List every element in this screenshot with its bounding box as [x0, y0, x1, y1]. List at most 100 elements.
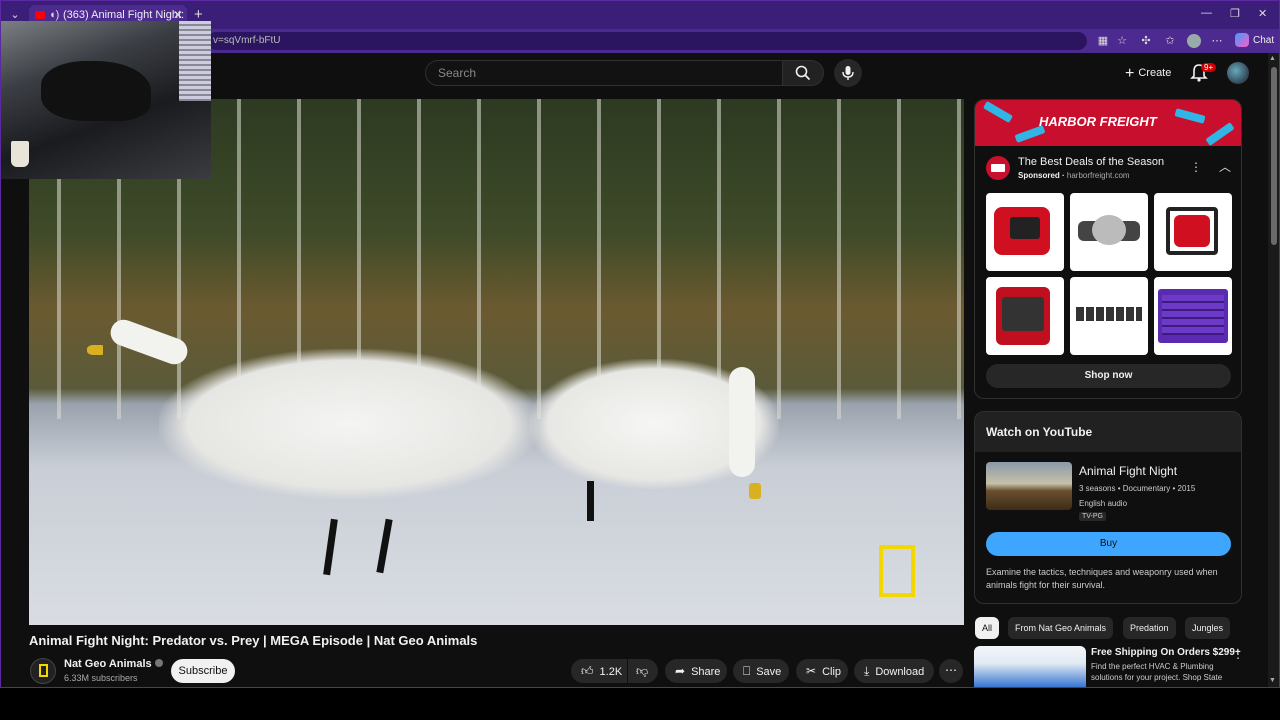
youtube-favicon-icon [35, 11, 45, 20]
webcam-window-blinds [179, 21, 211, 101]
show-meta: 3 seasons • Documentary • 2015 [1079, 484, 1196, 493]
browser-window: ⌄ ◖)(363) Animal Fight Night: Pred ✕ + —… [0, 0, 1280, 688]
advertiser-logo[interactable] [986, 156, 1010, 180]
plus-icon: + [1125, 65, 1135, 82]
close-window-icon[interactable]: ✕ [1258, 7, 1267, 20]
profile-icon[interactable] [1187, 34, 1201, 48]
webcam-dark-object [41, 61, 151, 121]
watch-card-header: Watch on YouTube [975, 412, 1241, 452]
subscribe-button[interactable]: Subscribe [171, 659, 235, 683]
product-shape [1076, 307, 1142, 321]
scroll-up-arrow-icon[interactable]: ▲ [1269, 55, 1276, 62]
show-description: Examine the tactics, techniques and weap… [986, 567, 1218, 590]
more-actions-icon[interactable]: ⋯ [939, 659, 963, 683]
scroll-down-arrow-icon[interactable]: ▼ [1269, 677, 1276, 684]
voice-search-button[interactable] [834, 59, 862, 87]
thumbs-up-icon: 👍︎ [581, 664, 594, 678]
promo-thumbnail[interactable] [974, 646, 1086, 687]
channel-avatar[interactable] [30, 658, 56, 684]
search-button[interactable] [782, 60, 824, 86]
swan-beak-right [749, 483, 761, 499]
swan-leg [323, 518, 338, 576]
banner-tool-graphic [1174, 108, 1206, 124]
download-label: Download [875, 666, 925, 678]
sponsored-label: Sponsored [1018, 171, 1060, 180]
shop-now-button[interactable]: Shop now [986, 364, 1231, 388]
banner-tool-graphic [1205, 122, 1235, 146]
like-button[interactable]: 👍︎ 1.2K [571, 659, 627, 683]
sponsored-ad-card: HARBOR FREIGHT The Best Deals of the Sea… [974, 99, 1242, 399]
ad-banner-brand: HARBOR FREIGHT [1039, 114, 1157, 129]
collapse-chevron-icon[interactable]: ︿ [1219, 158, 1231, 175]
microphone-icon [842, 66, 854, 80]
search-input[interactable]: Search [425, 60, 783, 86]
share-label: Share [691, 666, 721, 678]
minimize-icon[interactable]: — [1201, 7, 1212, 19]
save-button[interactable]: ⎕ Save [733, 659, 789, 683]
notification-count-badge: 9+ [1201, 63, 1217, 72]
subscriber-count: 6.33M subscribers [64, 673, 138, 683]
download-icon: ⤓ [864, 664, 870, 678]
swan-neck-right [729, 367, 755, 477]
taskbar-strip [0, 688, 1280, 720]
more-options-icon[interactable]: ⋯ [1210, 34, 1224, 48]
account-avatar[interactable] [1227, 62, 1249, 84]
tab-title: (363) Animal Fight Night: Pred [63, 9, 187, 21]
favorites-icon[interactable]: ✩ [1163, 34, 1177, 48]
banner-tool-graphic [983, 101, 1013, 123]
channel-name[interactable]: Nat Geo Animals [64, 658, 163, 670]
product-shape [1092, 215, 1126, 245]
extensions-icon[interactable]: ✣ [1139, 34, 1153, 48]
product-shape [1010, 217, 1040, 239]
scrollbar-thumb[interactable] [1271, 67, 1277, 245]
thumbs-down-icon: 👎︎ [636, 664, 649, 678]
create-button[interactable]: + Create [1117, 60, 1179, 86]
product-generator-red[interactable] [986, 193, 1064, 271]
advertiser-logo-mark [991, 164, 1005, 172]
product-socket-set[interactable] [1070, 277, 1148, 355]
swan-leg [587, 481, 594, 521]
download-button[interactable]: ⤓ Download [854, 659, 934, 683]
like-count: 1.2K [599, 666, 623, 678]
restore-icon[interactable]: ❐ [1230, 7, 1240, 20]
product-shape [1162, 295, 1224, 335]
show-audio: English audio [1079, 499, 1128, 508]
copilot-icon[interactable] [1235, 33, 1249, 47]
show-thumbnail[interactable] [986, 462, 1072, 510]
dislike-button[interactable]: 👎︎ [628, 659, 658, 683]
chip-all[interactable]: All [975, 617, 1000, 639]
channel-name-text[interactable]: Nat Geo Animals [64, 658, 152, 670]
product-water-pump[interactable] [1154, 193, 1232, 271]
share-button[interactable]: ➦ Share [665, 659, 727, 683]
webcam-cup [11, 141, 29, 167]
promo-description: Find the perfect HVAC & Plumbing solutio… [1091, 662, 1223, 682]
chip-jungles[interactable]: Jungles [1185, 617, 1231, 639]
scissors-icon: ✂ [806, 664, 817, 678]
verified-badge-icon [154, 659, 163, 667]
chat-button[interactable]: Chat [1253, 35, 1274, 46]
favorite-star-icon[interactable]: ☆ [1115, 34, 1129, 48]
ad-sponsored-line: Sponsored · harborfreight.com [1018, 171, 1130, 180]
ad-headline[interactable]: The Best Deals of the Season [1018, 156, 1164, 168]
chip-from-nat-geo-animals[interactable]: From Nat Geo Animals [1008, 617, 1114, 639]
webcam-overlay [1, 21, 211, 179]
watch-on-youtube-card: Watch on YouTube Animal Fight Night 3 se… [974, 411, 1242, 604]
app-available-icon[interactable]: ▦ [1096, 34, 1110, 48]
clip-button[interactable]: ✂ Clip [796, 659, 848, 683]
show-title[interactable]: Animal Fight Night [1079, 464, 1177, 478]
url-field[interactable]: v=sqVmrf-bFtU [207, 32, 1087, 50]
promo-title[interactable]: Free Shipping On Orders $299+ [1091, 647, 1241, 658]
ad-banner[interactable]: HARBOR FREIGHT [975, 100, 1241, 146]
promo-menu-icon[interactable]: ⋮ [1232, 647, 1244, 661]
product-winch[interactable] [1070, 193, 1148, 271]
watch-card-title: Watch on YouTube [986, 425, 1093, 439]
ad-menu-icon[interactable]: ⋮ [1190, 160, 1202, 174]
save-label: Save [756, 666, 782, 678]
buy-button[interactable]: Buy [986, 532, 1231, 556]
chip-predation[interactable]: Predation [1123, 617, 1176, 639]
share-arrow-icon: ➦ [675, 664, 686, 678]
product-tool-chest[interactable] [1154, 277, 1232, 355]
rating-badge: TV-PG [1079, 512, 1107, 521]
ad-domain: harborfreight.com [1066, 171, 1130, 180]
product-inverter-generator[interactable] [986, 277, 1064, 355]
